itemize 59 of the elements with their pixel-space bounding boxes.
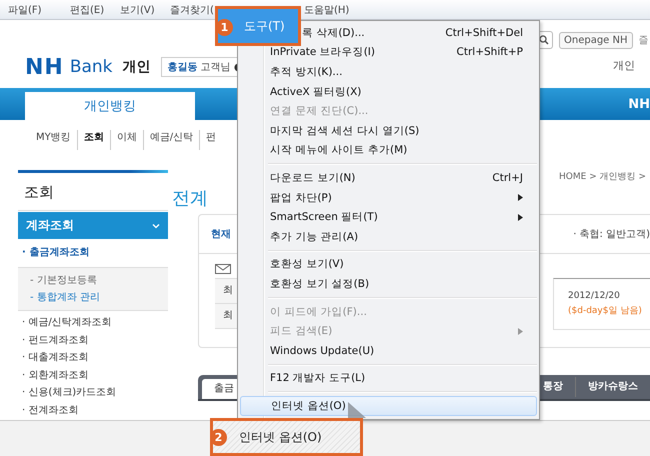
page-title: 전계: [172, 187, 208, 211]
section-title: 개인: [122, 58, 151, 76]
pointer-icon: [348, 402, 366, 418]
menu-item[interactable]: 록 삭제(D)... Ctrl+Shift+Del: [302, 23, 537, 43]
menu-item[interactable]: 다운로드 보기(N) Ctrl+J: [240, 168, 537, 188]
subnav-link[interactable]: 이체: [110, 130, 143, 150]
sidebar-item[interactable]: · 출금계좌조회: [18, 239, 168, 267]
menu-item[interactable]: 추가 기능 관리(A): [240, 226, 537, 247]
favorites-link[interactable]: 즐: [638, 33, 649, 47]
nav-tab[interactable]: 개인뱅킹: [25, 92, 195, 120]
sidebar-subitem[interactable]: - 통합계좌 관리: [18, 289, 168, 306]
menu-item[interactable]: 팝업 차단(P): [240, 188, 537, 208]
menu-item[interactable]: 인터넷 옵션(O): [240, 396, 537, 416]
due-date: 2012/12/20: [568, 291, 621, 301]
callout-label: 인터넷 옵션(O): [239, 428, 322, 446]
subnav-link[interactable]: MY뱅킹: [30, 130, 77, 150]
onepage-button[interactable]: Onepage NH: [559, 32, 633, 48]
envelope-icon: [215, 264, 231, 274]
callout-label: 도구(T): [244, 18, 285, 34]
subnav-link[interactable]: 펀: [199, 130, 222, 150]
sidebar-item[interactable]: · 신용(체크)카드조회: [18, 384, 168, 402]
product-tab[interactable]: 방카슈랑스: [575, 377, 650, 397]
sidebar-title: 조회: [18, 173, 168, 211]
user-name: 홍길동: [168, 61, 198, 74]
menu-bar-item[interactable]: 즐겨찾기(: [170, 2, 214, 16]
sidebar-item[interactable]: · 예금/신탁계좌조회: [18, 314, 168, 332]
info-text: · 축협: 일반고객): [573, 228, 650, 241]
sidebar-item[interactable]: · 전계좌조회: [18, 402, 168, 419]
days-left-note: ($d-day$일 남음): [568, 305, 643, 317]
menu-bar-item[interactable]: 도움말(H): [304, 2, 350, 16]
menu-item[interactable]: 추적 방지(K)...: [240, 62, 537, 82]
breadcrumb: HOME > 개인뱅킹 >: [559, 171, 646, 184]
sidebar-item[interactable]: · 외환계좌조회: [18, 366, 168, 384]
menu-item[interactable]: 호환성 보기(V): [240, 254, 537, 274]
menu-item[interactable]: Windows Update(U): [240, 340, 537, 360]
menu-item[interactable]: InPrivate 브라우징(I) Ctrl+Shift+P: [240, 42, 537, 62]
menu-item[interactable]: 시작 메뉴에 사이트 추가(M): [240, 140, 537, 160]
menu-bar-item[interactable]: 보기(V): [120, 2, 155, 16]
logo-text[interactable]: Bank: [70, 57, 113, 77]
step-badge: 2: [210, 429, 227, 446]
nav-tab[interactable]: NH: [628, 96, 650, 112]
menu-item[interactable]: ActiveX 필터링(X): [240, 82, 537, 102]
sidebar-section[interactable]: 계좌조회: [18, 212, 168, 239]
menu-item[interactable]: SmartScreen 필터(T): [240, 207, 537, 227]
sidebar-item[interactable]: · 대출계좌조회: [18, 349, 168, 366]
logo-mark[interactable]: NH: [25, 54, 64, 80]
top-link[interactable]: 개인: [613, 58, 650, 73]
step-badge: 1: [216, 19, 233, 36]
subnav-link[interactable]: 예금/신탁: [142, 130, 200, 150]
sidebar-item[interactable]: · 펀드계좌조회: [18, 332, 168, 349]
menu-item[interactable]: 마지막 검색 세션 다시 열기(S): [240, 120, 537, 141]
sidebar-subitem[interactable]: - 기본정보등록: [18, 272, 168, 289]
user-suffix: 고객님: [200, 61, 231, 74]
chevron-icon: [152, 222, 160, 228]
info-label: 현재: [211, 228, 231, 241]
menu-bar-item[interactable]: 편집(E): [70, 2, 104, 16]
menu-bar-item[interactable]: 파일(F): [8, 2, 42, 16]
search-icon: [538, 35, 548, 45]
subnav-link[interactable]: 조회: [76, 130, 110, 150]
